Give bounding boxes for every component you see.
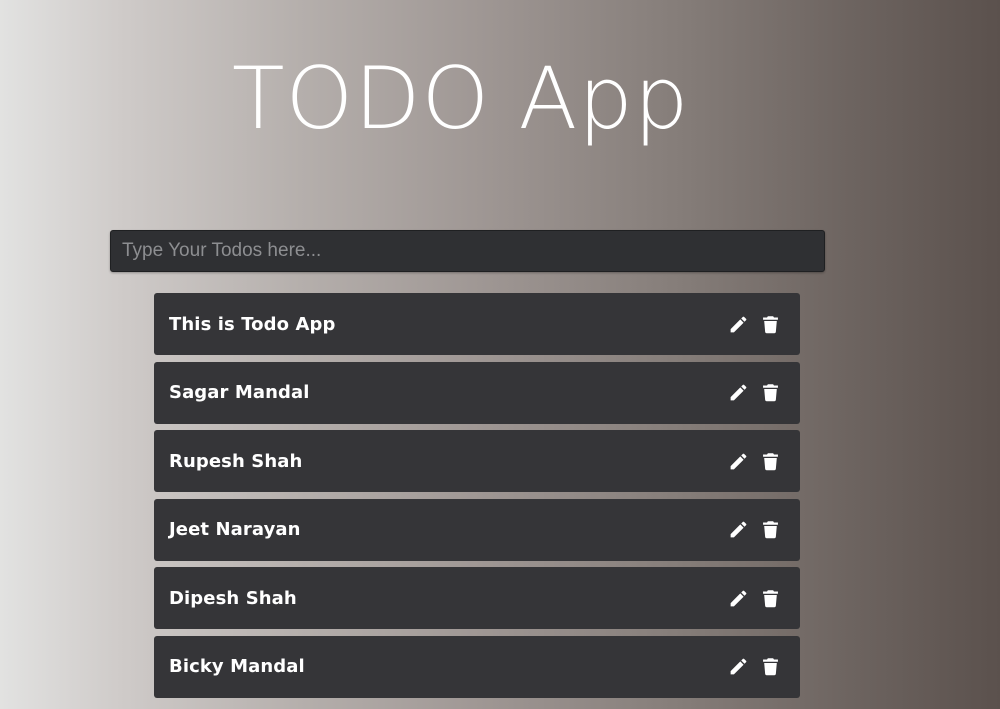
edit-button[interactable] [728,656,749,677]
todo-list: This is Todo App Sagar Mandal Rupesh Sha… [154,293,800,704]
todo-actions [728,382,781,403]
todo-item: Jeet Narayan [154,498,800,561]
todo-item: Sagar Mandal [154,361,800,424]
todo-actions [728,314,781,335]
todo-item: Bicky Mandal [154,635,800,698]
edit-button[interactable] [728,451,749,472]
trash-icon [763,452,778,470]
todo-actions [728,656,781,677]
delete-button[interactable] [760,656,781,677]
pencil-icon [730,658,747,675]
trash-icon [763,589,778,607]
edit-button[interactable] [728,588,749,609]
pencil-icon [730,590,747,606]
delete-button[interactable] [760,382,781,403]
trash-icon [763,658,778,676]
todo-input[interactable] [110,230,825,272]
todo-text: Dipesh Shah [169,587,297,609]
todo-actions [728,588,781,609]
todo-item: Dipesh Shah [154,567,800,629]
trash-icon [763,384,778,402]
delete-button[interactable] [760,451,781,472]
pencil-icon [730,316,747,332]
edit-button[interactable] [728,382,749,403]
todo-text: Jeet Narayan [169,519,301,540]
todo-text: This is Todo App [169,313,336,335]
edit-button[interactable] [728,519,749,540]
todo-text: Rupesh Shah [169,450,303,472]
trash-icon [763,315,778,333]
todo-text: Sagar Mandal [169,382,310,403]
delete-button[interactable] [760,588,781,609]
page-title: TODO App [232,49,690,149]
todo-actions [728,451,781,472]
pencil-icon [730,521,747,538]
pencil-icon [730,384,747,401]
todo-text: Bicky Mandal [169,656,305,677]
todo-actions [728,519,781,540]
todo-item: This is Todo App [154,293,800,355]
todo-item: Rupesh Shah [154,430,800,492]
delete-button[interactable] [760,519,781,540]
delete-button[interactable] [760,314,781,335]
pencil-icon [730,453,747,469]
edit-button[interactable] [728,314,749,335]
trash-icon [763,521,778,539]
